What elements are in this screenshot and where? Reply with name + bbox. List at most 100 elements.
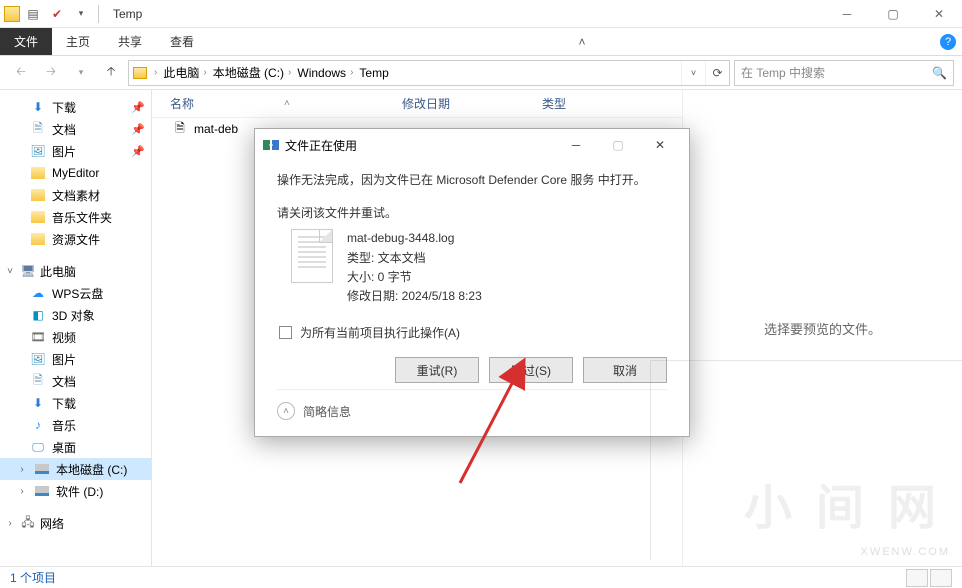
nav-recent-dropdown[interactable]: ▾ <box>68 60 94 86</box>
window-controls: ─ ▢ ✕ <box>824 0 962 28</box>
skip-button[interactable]: 跳过(S) <box>489 357 573 383</box>
pin-icon: 📌 <box>131 123 145 136</box>
tree-drive-c[interactable]: ›本地磁盘 (C:) <box>0 458 151 480</box>
tree-docmaterial[interactable]: 文档素材 <box>0 184 151 206</box>
tree-musicfolder[interactable]: 音乐文件夹 <box>0 206 151 228</box>
file-name: mat-deb <box>194 122 238 136</box>
dialog-close-button[interactable]: ✕ <box>639 131 681 159</box>
download-icon: ⬇ <box>30 395 46 411</box>
chevron-right-icon[interactable]: › <box>16 486 28 497</box>
tab-file[interactable]: 文件 <box>0 28 52 55</box>
refresh-button[interactable]: ⟳ <box>705 61 729 85</box>
pictures-icon: 🖼 <box>30 351 46 367</box>
tree-network[interactable]: ›🖧网络 <box>0 512 151 534</box>
tree-wps[interactable]: ☁WPS云盘 <box>0 282 151 304</box>
dialog-file-size: 大小: 0 字节 <box>347 268 482 287</box>
status-bar: 1 个项目 <box>0 566 962 588</box>
download-icon: ⬇ <box>30 99 46 115</box>
preview-pane: 选择要预览的文件。 <box>682 90 962 566</box>
crumb-drive[interactable]: 本地磁盘 (C:)› <box>210 64 295 81</box>
cancel-button[interactable]: 取消 <box>583 357 667 383</box>
dialog-body: 操作无法完成，因为文件已在 Microsoft Defender Core 服务… <box>255 161 689 436</box>
minimize-button[interactable]: ─ <box>824 0 870 28</box>
column-headers[interactable]: 名称 ˄ 修改日期 类型 <box>152 90 682 118</box>
dialog-minimize-button[interactable]: ─ <box>555 131 597 159</box>
tree-label: 视频 <box>52 329 76 346</box>
network-icon: 🖧 <box>20 515 36 531</box>
breadcrumb-box[interactable]: › 此电脑› 本地磁盘 (C:)› Windows› Temp ˅ ⟳ <box>128 60 730 86</box>
less-info-toggle[interactable]: ˄ 简略信息 <box>277 389 667 420</box>
do-for-all-row[interactable]: 为所有当前项目执行此操作(A) <box>277 324 667 341</box>
quick-access-toolbar: ▤ ✔ ▾ <box>0 3 107 25</box>
dialog-file-info: mat-debug-3448.log 类型: 文本文档 大小: 0 字节 修改日… <box>291 229 667 306</box>
view-large-button[interactable] <box>930 569 952 587</box>
music-icon: ♪ <box>30 417 46 433</box>
crumb-windows[interactable]: Windows› <box>294 66 356 80</box>
tree-label: MyEditor <box>52 166 99 180</box>
checkbox-icon[interactable] <box>279 326 292 339</box>
dialog-titlebar[interactable]: 文件正在使用 ─ ▢ ✕ <box>255 129 689 161</box>
tree-label: 此电脑 <box>40 263 76 280</box>
less-info-label: 简略信息 <box>303 403 351 420</box>
crumb-temp[interactable]: Temp <box>356 66 391 80</box>
tree-label: 文档素材 <box>52 187 100 204</box>
cloud-icon: ☁ <box>30 285 46 301</box>
folder-icon <box>30 165 46 181</box>
chevron-down-icon[interactable]: ˅ <box>4 266 16 277</box>
tree-music[interactable]: ♪音乐 <box>0 414 151 436</box>
tab-home[interactable]: 主页 <box>52 28 104 55</box>
tree-resources[interactable]: 资源文件 <box>0 228 151 250</box>
search-icon[interactable]: 🔍 <box>932 66 947 80</box>
tab-view[interactable]: 查看 <box>156 28 208 55</box>
tree-myeditor[interactable]: MyEditor <box>0 162 151 184</box>
tab-share[interactable]: 共享 <box>104 28 156 55</box>
tree-downloads[interactable]: ⬇下载📌 <box>0 96 151 118</box>
sort-indicator-icon: ˄ <box>284 98 290 109</box>
tree-downloads2[interactable]: ⬇下载 <box>0 392 151 414</box>
folder-icon <box>30 187 46 203</box>
tree-pictures2[interactable]: 🖼 图片 <box>0 348 151 370</box>
tree-videos[interactable]: 🎞 视频 <box>0 326 151 348</box>
preview-placeholder: 选择要预览的文件。 <box>764 319 881 338</box>
video-icon: 🎞 <box>30 329 46 345</box>
tree-3d[interactable]: ◧3D 对象 <box>0 304 151 326</box>
tree-documents[interactable]: 🗎文档📌 <box>0 118 151 140</box>
crumb-pc[interactable]: 此电脑› <box>160 64 209 81</box>
address-dropdown-icon[interactable]: ˅ <box>681 61 705 85</box>
app-folder-icon <box>4 6 20 22</box>
tree-drive-d[interactable]: ›软件 (D:) <box>0 480 151 502</box>
qat-properties-icon[interactable]: ▤ <box>22 3 44 25</box>
chevron-up-icon: ˄ <box>277 402 295 420</box>
tree-documents2[interactable]: 🗎文档 <box>0 370 151 392</box>
drive-icon <box>34 483 50 499</box>
maximize-button[interactable]: ▢ <box>870 0 916 28</box>
tree-label: 桌面 <box>52 439 76 456</box>
tree-pictures[interactable]: 🖼图片📌 <box>0 140 151 162</box>
chevron-right-icon[interactable]: › <box>4 518 16 529</box>
crumb-label: Windows <box>297 66 346 80</box>
close-button[interactable]: ✕ <box>916 0 962 28</box>
nav-up-button[interactable]: 🡡 <box>98 60 124 86</box>
pin-icon: 📌 <box>131 101 145 114</box>
collapse-ribbon-icon[interactable]: ˄ <box>570 28 594 55</box>
col-type[interactable]: 类型 <box>542 95 682 112</box>
crumb-sep-root[interactable]: › <box>151 67 160 78</box>
qat-dropdown-icon[interactable]: ▾ <box>70 3 92 25</box>
col-name[interactable]: 名称 <box>170 95 194 112</box>
tree-desktop[interactable]: 🖵桌面 <box>0 436 151 458</box>
help-button[interactable]: ? <box>934 28 962 55</box>
tree-label: 图片 <box>52 351 76 368</box>
nav-forward-button: 🡢 <box>38 60 64 86</box>
crumb-label: 此电脑 <box>163 64 199 81</box>
qat-check-icon[interactable]: ✔ <box>46 3 68 25</box>
retry-button[interactable]: 重试(R) <box>395 357 479 383</box>
col-modified[interactable]: 修改日期 <box>402 95 542 112</box>
view-details-button[interactable] <box>906 569 928 587</box>
search-box[interactable]: 在 Temp 中搜索 🔍 <box>734 60 954 86</box>
title-bar: ▤ ✔ ▾ Temp ─ ▢ ✕ <box>0 0 962 28</box>
chevron-right-icon[interactable]: › <box>16 464 28 475</box>
nav-back-button[interactable]: 🡠 <box>8 60 34 86</box>
tree-this-pc[interactable]: ˅🖥此电脑 <box>0 260 151 282</box>
address-bar: 🡠 🡢 ▾ 🡡 › 此电脑› 本地磁盘 (C:)› Windows› Temp … <box>0 56 962 90</box>
do-for-all-label: 为所有当前项目执行此操作(A) <box>300 324 460 341</box>
